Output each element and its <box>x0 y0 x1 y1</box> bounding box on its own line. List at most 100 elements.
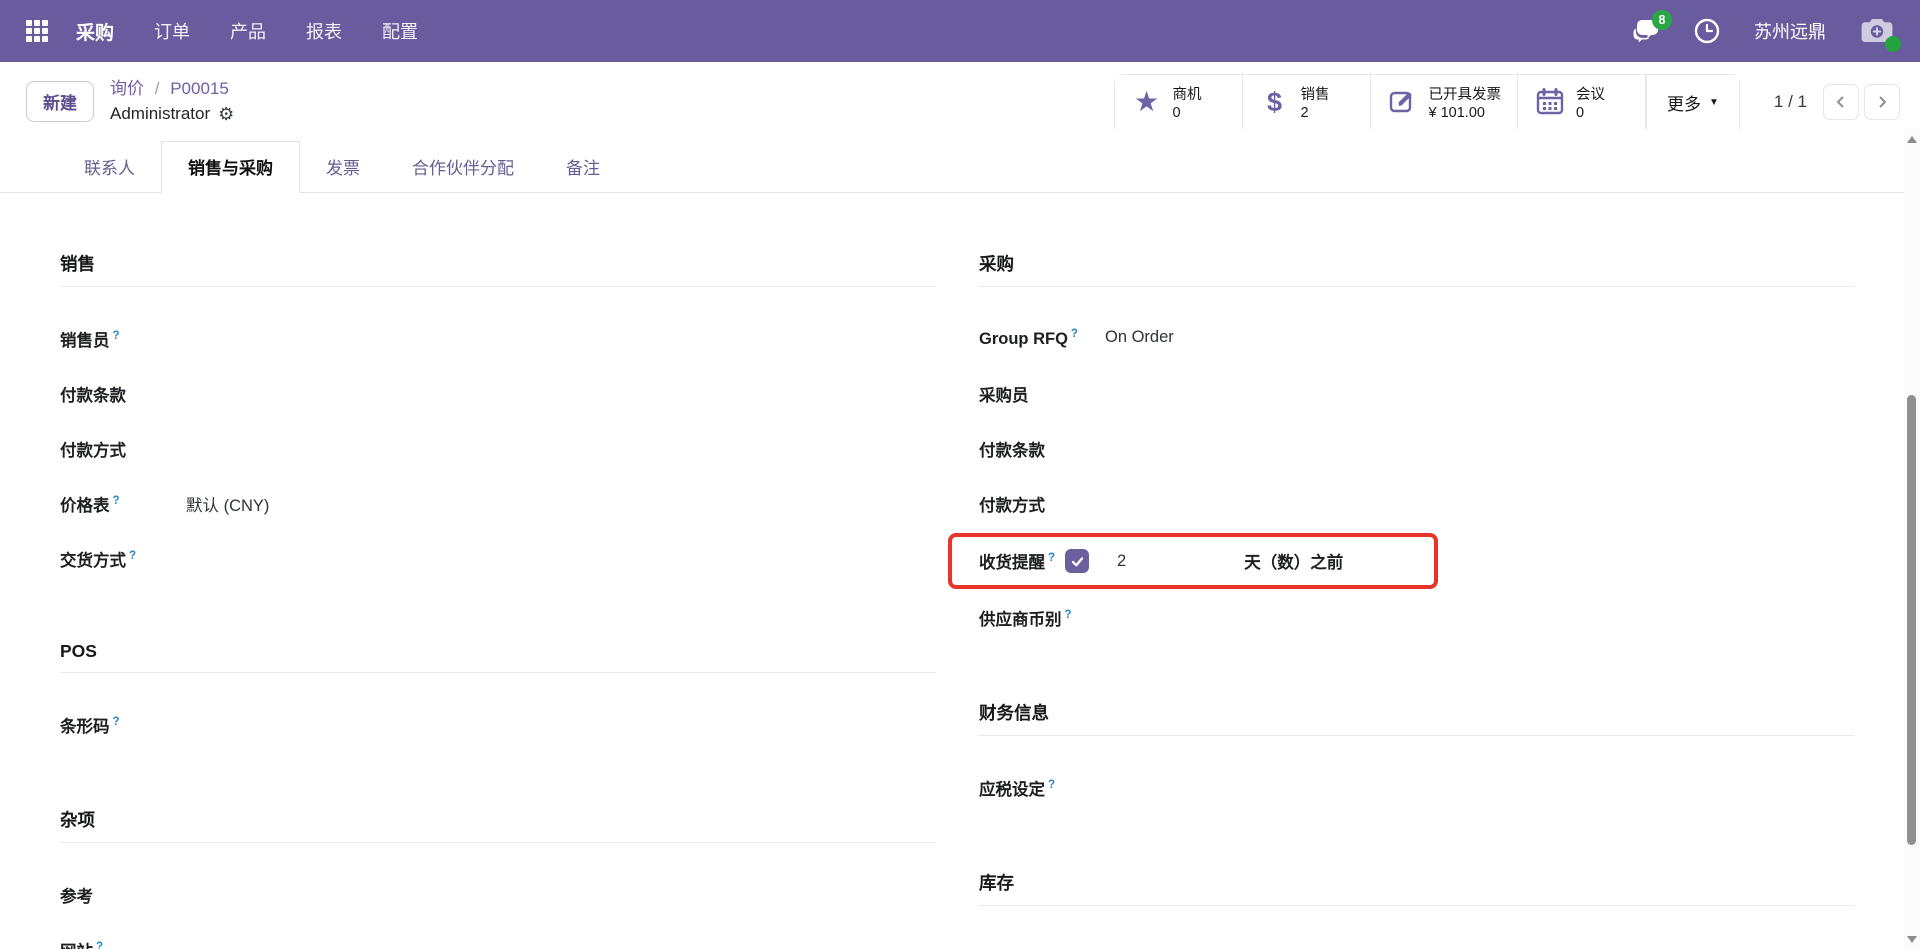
field-value[interactable] <box>1105 493 1145 515</box>
field-label: 付款条款 <box>979 437 1105 461</box>
right-column: 采购 Group RFQ? On Order 采购员 付款条款 付款方式 收货提… <box>979 251 1855 949</box>
section-title: 销售 <box>60 251 936 287</box>
receipt-reminder-checkbox[interactable] <box>1065 549 1089 573</box>
field-value[interactable] <box>1105 607 1145 629</box>
field-row-website: 网站? <box>60 934 936 949</box>
field-value[interactable] <box>1105 438 1145 460</box>
field-value[interactable] <box>1105 777 1145 799</box>
field-value[interactable] <box>186 438 226 460</box>
tab-invoicing[interactable]: 发票 <box>300 142 386 192</box>
receipt-reminder-days-input[interactable]: 2 <box>1117 552 1126 571</box>
nav-item-settings[interactable]: 配置 <box>382 18 418 44</box>
field-value[interactable] <box>186 383 226 405</box>
section-title: 杂项 <box>60 807 936 843</box>
help-icon: ? <box>113 330 120 342</box>
field-row-delivery-method: 交货方式? <box>60 543 936 575</box>
more-dropdown-button[interactable]: 更多 ▼ <box>1646 75 1739 129</box>
stat-button-meetings[interactable]: 会议 0 <box>1518 75 1646 129</box>
section-title: POS <box>60 641 936 673</box>
nav-app-name[interactable]: 采购 <box>76 18 114 45</box>
dollar-icon: $ <box>1267 89 1282 116</box>
apps-menu-button[interactable] <box>22 16 52 46</box>
more-label: 更多 <box>1667 90 1701 115</box>
chevron-down-icon: ▼ <box>1709 97 1719 108</box>
actions-gear-icon[interactable]: ⚙ <box>218 105 234 123</box>
breadcrumb-parent[interactable]: 询价 <box>110 79 144 98</box>
field-value[interactable] <box>186 328 226 350</box>
stat-button-opportunities[interactable]: ★ 商机 0 <box>1115 75 1243 129</box>
left-column: 销售 销售员? 付款条款 付款方式 价格表? 默认 (CNY) 交货方式? <box>60 251 936 949</box>
form-sheet: 销售 销售员? 付款条款 付款方式 价格表? 默认 (CNY) 交货方式? <box>0 193 1920 949</box>
stat-button-sales[interactable]: $ 销售 2 <box>1243 75 1371 129</box>
field-value[interactable]: 默认 (CNY) <box>186 492 269 516</box>
chevron-left-icon <box>1833 94 1849 110</box>
field-label: 付款方式 <box>979 492 1105 516</box>
field-label: 销售员? <box>60 327 186 351</box>
tab-sales-purchase[interactable]: 销售与采购 <box>161 141 300 193</box>
field-value[interactable]: On Order <box>1105 328 1174 350</box>
avatar[interactable] <box>1860 16 1894 46</box>
field-label: 采购员 <box>979 382 1105 406</box>
field-row-fiscal-position: 应税设定? <box>979 772 1855 804</box>
field-value[interactable] <box>186 884 226 906</box>
top-navbar: 采购 订单 产品 报表 配置 8 苏州远鼎 <box>0 0 1920 62</box>
online-status-dot <box>1885 36 1901 52</box>
help-icon: ? <box>129 550 136 562</box>
stat-button-invoiced[interactable]: 已开具发票 ¥ 101.00 <box>1371 75 1519 129</box>
stat-value: 2 <box>1301 105 1309 121</box>
section-sales: 销售 销售员? 付款条款 付款方式 价格表? 默认 (CNY) 交货方式? <box>60 251 936 575</box>
nav-item-reports[interactable]: 报表 <box>306 18 342 44</box>
scroll-up-arrow-icon[interactable] <box>1907 136 1917 143</box>
section-title: 库存 <box>979 870 1855 906</box>
field-label: 付款方式 <box>60 437 186 461</box>
stat-value: 0 <box>1576 105 1584 121</box>
pager-previous-button[interactable] <box>1823 84 1859 120</box>
field-label: 价格表? <box>60 492 186 516</box>
star-icon: ★ <box>1134 88 1159 116</box>
new-button[interactable]: 新建 <box>26 81 94 122</box>
field-value[interactable] <box>186 548 226 570</box>
field-row-vendor-currency: 供应商币别? <box>979 602 1855 634</box>
apps-grid-icon <box>26 20 48 42</box>
field-label: Group RFQ? <box>979 330 1105 349</box>
help-icon: ? <box>1065 609 1072 621</box>
stat-value: ¥ 101.00 <box>1429 105 1485 121</box>
scroll-down-arrow-icon[interactable] <box>1907 936 1917 943</box>
nav-item-products[interactable]: 产品 <box>230 18 266 44</box>
vertical-scrollbar <box>1904 128 1920 949</box>
activities-button[interactable] <box>1694 18 1720 44</box>
field-label: 交货方式? <box>60 547 186 571</box>
chevron-right-icon <box>1874 94 1890 110</box>
tab-internal-notes[interactable]: 备注 <box>540 142 626 192</box>
nav-item-orders[interactable]: 订单 <box>154 18 190 44</box>
field-value[interactable] <box>186 939 226 949</box>
user-menu[interactable]: 苏州远鼎 <box>1754 18 1826 44</box>
pager-next-button[interactable] <box>1864 84 1900 120</box>
help-icon: ? <box>113 716 120 728</box>
help-icon: ? <box>1048 552 1055 564</box>
field-value[interactable] <box>1105 383 1145 405</box>
stat-value: 0 <box>1173 105 1181 121</box>
receipt-reminder-suffix: 天（数）之前 <box>1244 549 1343 573</box>
field-row-pricelist: 价格表? 默认 (CNY) <box>60 488 936 520</box>
calendar-icon <box>1534 87 1566 117</box>
field-row-barcode: 条形码? <box>60 709 936 741</box>
scrollbar-thumb[interactable] <box>1907 395 1916 845</box>
field-value[interactable] <box>186 714 226 736</box>
breadcrumb: 询价 / P00015 Administrator ⚙ <box>110 78 234 126</box>
stat-label: 会议 <box>1576 83 1605 104</box>
section-misc: 杂项 参考 网站? <box>60 807 936 949</box>
record-title: Administrator <box>110 103 210 126</box>
tab-partner-assignment[interactable]: 合作伙伴分配 <box>386 142 540 192</box>
stat-label: 商机 <box>1173 83 1202 104</box>
pager-counter[interactable]: 1 / 1 <box>1774 92 1807 112</box>
stat-label: 销售 <box>1301 83 1330 104</box>
messages-button[interactable]: 8 <box>1632 18 1660 44</box>
field-label: 收货提醒? <box>979 549 1055 573</box>
tab-contacts[interactable]: 联系人 <box>58 142 161 192</box>
pager: 1 / 1 <box>1774 84 1900 120</box>
section-purchase: 采购 Group RFQ? On Order 采购员 付款条款 付款方式 收货提… <box>979 251 1855 634</box>
breadcrumb-current[interactable]: P00015 <box>170 79 229 98</box>
field-row-payment-method: 付款方式 <box>60 433 936 465</box>
help-icon: ? <box>113 495 120 507</box>
